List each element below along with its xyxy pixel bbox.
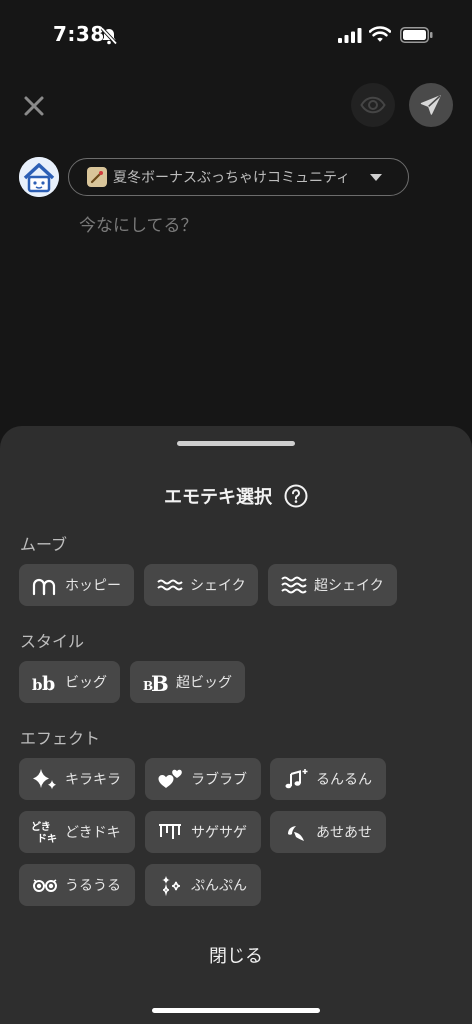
super-big-text-icon: B B — [143, 671, 169, 694]
chip-label: 超シェイク — [314, 578, 384, 594]
emotext-sheet: エモテキ選択 ムーブ ホッピー シェイク 超シェイク スタイル b b ビッグ … — [0, 426, 472, 1024]
chip-hoppy[interactable]: ホッピー — [19, 564, 134, 606]
chip-super-shake[interactable]: 超シェイク — [268, 564, 397, 606]
chip-label: うるうる — [65, 878, 121, 894]
anger-mark-icon — [162, 876, 181, 897]
svg-text:b: b — [42, 673, 55, 694]
close-icon[interactable] — [20, 92, 48, 120]
avatar[interactable] — [19, 157, 59, 197]
sweat-drop-icon — [288, 826, 304, 841]
close-sheet-button[interactable]: 閉じる — [186, 938, 286, 972]
wave-icon — [157, 579, 183, 591]
chip-label: サゲサゲ — [191, 825, 247, 841]
svg-text:どき: どき — [31, 820, 51, 833]
eye-icon — [360, 96, 386, 114]
status-bar: 7:38 — [0, 0, 472, 70]
teary-eyes-icon — [33, 879, 57, 892]
svg-text:ドキ: ドキ — [37, 833, 57, 844]
chip-loveloves[interactable]: ラブラブ — [145, 758, 261, 800]
section-label-effect: エフェクト — [20, 729, 101, 748]
chip-label: シェイク — [190, 578, 246, 594]
hop-arc-icon — [32, 578, 56, 596]
chip-punpun[interactable]: ぷんぷん — [145, 864, 261, 906]
chip-super-big[interactable]: B B 超ビッグ — [130, 661, 245, 703]
community-selector[interactable]: 夏冬ボーナスぶっちゃけコミュニティ — [68, 158, 409, 196]
community-name: 夏冬ボーナスぶっちゃけコミュニティ — [113, 170, 351, 186]
vertical-lines-icon — [159, 824, 181, 839]
section-label-move: ムーブ — [20, 535, 68, 554]
chip-label: 超ビッグ — [176, 675, 232, 691]
send-button[interactable] — [409, 83, 453, 127]
dokidoki-icon: どき ドキ — [31, 820, 57, 844]
chip-shake[interactable]: シェイク — [144, 564, 258, 606]
sheet-header: エモテキ選択 — [0, 482, 472, 510]
chip-kirakira[interactable]: キラキラ — [19, 758, 135, 800]
chip-label: ぷんぷん — [191, 878, 247, 894]
status-time: 7:38 — [53, 22, 105, 46]
triple-wave-icon — [281, 576, 307, 594]
bell-off-icon — [100, 27, 118, 45]
battery-icon — [400, 27, 433, 43]
chip-runrun[interactable]: るんるん — [270, 758, 386, 800]
home-indicator[interactable] — [152, 1008, 320, 1013]
chip-label: あせあせ — [316, 825, 372, 841]
house-character-icon — [19, 157, 59, 197]
chip-label: どきドキ — [65, 825, 121, 841]
community-icon — [87, 167, 107, 187]
music-note-icon — [285, 769, 308, 789]
sheet-grabber[interactable] — [177, 441, 295, 446]
chip-label: キラキラ — [65, 772, 121, 788]
chip-big[interactable]: b b ビッグ — [19, 661, 120, 703]
chip-uruuru[interactable]: うるうる — [19, 864, 135, 906]
post-input[interactable]: 今なにしてる？ — [79, 211, 198, 236]
chip-label: ホッピー — [65, 578, 121, 594]
chip-label: ラブラブ — [191, 772, 247, 788]
sparkle-icon — [33, 769, 56, 790]
help-icon[interactable] — [284, 484, 308, 508]
cellular-signal-icon — [338, 28, 362, 43]
section-label-style: スタイル — [20, 632, 85, 651]
wifi-icon — [369, 26, 391, 42]
chip-dokidoki[interactable]: どき ドキ どきドキ — [19, 811, 135, 853]
chip-sagesage[interactable]: サゲサゲ — [145, 811, 261, 853]
chip-label: ビッグ — [65, 675, 107, 691]
chevron-down-icon — [370, 174, 382, 181]
hearts-icon — [158, 769, 182, 788]
svg-text:b: b — [32, 676, 43, 694]
visibility-button[interactable] — [351, 83, 395, 127]
svg-text:B: B — [151, 671, 169, 694]
sheet-title: エモテキ選択 — [164, 487, 272, 508]
big-text-icon: b b — [32, 673, 55, 694]
chip-label: るんるん — [316, 772, 372, 788]
chip-aseasese[interactable]: あせあせ — [270, 811, 386, 853]
send-icon — [420, 95, 441, 115]
